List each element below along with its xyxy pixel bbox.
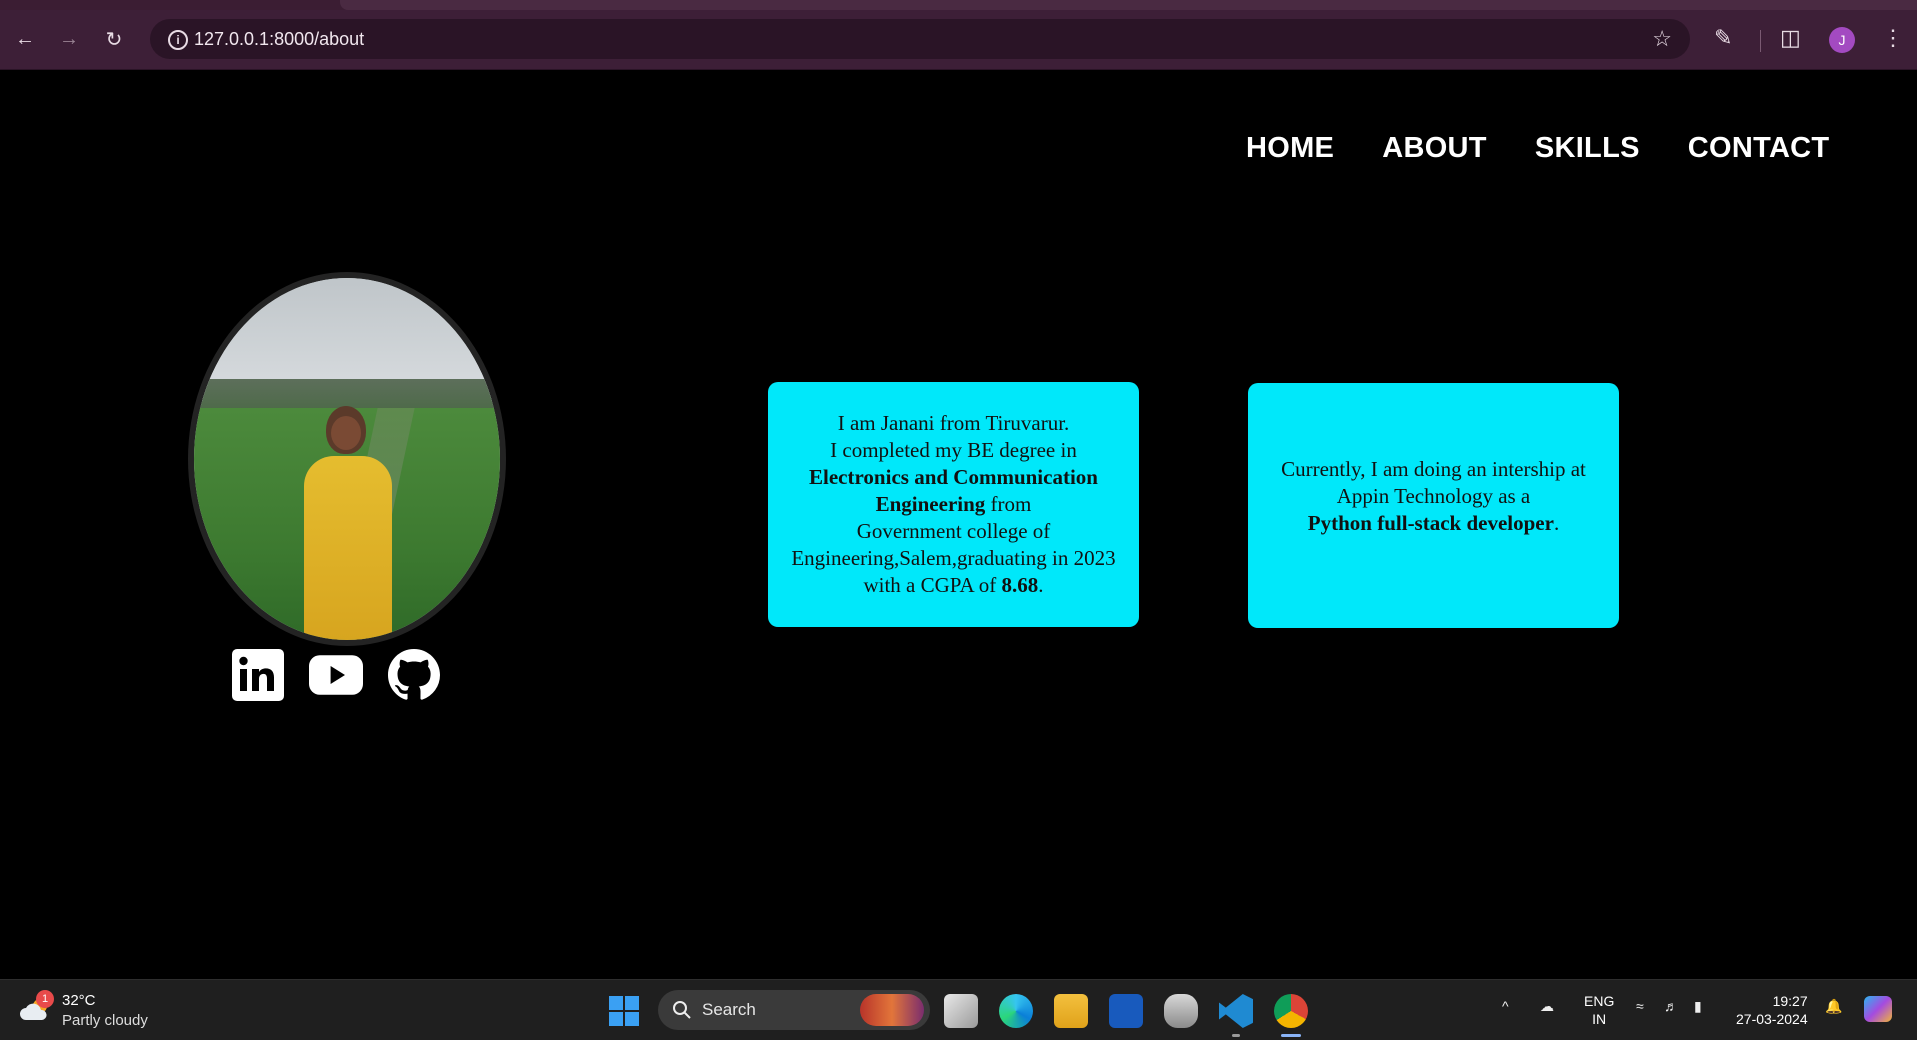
clock-time: 19:27 [1772, 993, 1808, 1009]
active-tab[interactable] [340, 0, 1917, 10]
search-icon [673, 1001, 691, 1019]
nav-about-link[interactable]: ABOUT [1382, 132, 1487, 165]
search-label: Search [702, 1000, 756, 1019]
show-hidden-icons-chevron-icon[interactable]: ^ [1502, 998, 1509, 1014]
nav-home-link[interactable]: HOME [1246, 132, 1334, 165]
volume-icon[interactable]: ♬ [1664, 998, 1678, 1014]
extensions-icon[interactable]: ✎ [1714, 25, 1732, 51]
file-explorer-icon[interactable] [1054, 994, 1088, 1028]
photo-person [298, 406, 398, 640]
back-icon[interactable]: ← [12, 26, 38, 52]
intro-from: from [985, 492, 1032, 516]
edge-icon[interactable] [999, 994, 1033, 1028]
windows-taskbar: 1 32°C Partly cloudy Search ^ ☁ ENG IN ≈… [0, 979, 1917, 1040]
weather-widget[interactable]: 1 32°C Partly cloudy [20, 990, 170, 1032]
forward-icon[interactable]: → [56, 26, 82, 52]
intro-line-name: I am Janani from Tiruvarur. [837, 411, 1070, 435]
task-view-icon[interactable] [944, 994, 978, 1028]
site-info-icon[interactable]: i [168, 30, 188, 50]
current-line: Currently, I am doing an intership at Ap… [1281, 457, 1586, 508]
current-card-text: Currently, I am doing an intership at Ap… [1260, 456, 1607, 537]
wifi-icon[interactable]: ≈ [1636, 998, 1644, 1014]
browser-toolbar: ← → ↻ i 127.0.0.1:8000/about ☆ ✎ ◫ J ⋮ [0, 10, 1917, 70]
intro-card-text: I am Janani from Tiruvarur. I completed … [780, 410, 1127, 599]
tab-strip [0, 0, 1917, 10]
search-highlight-icon [860, 994, 924, 1026]
copilot-icon[interactable] [1864, 996, 1892, 1022]
current-role-card: Currently, I am doing an intership at Ap… [1248, 383, 1619, 628]
profile-photo [188, 272, 506, 646]
weather-alert-badge: 1 [36, 990, 54, 1008]
current-role: Python full-stack developer [1307, 511, 1554, 535]
bookmark-star-icon[interactable]: ☆ [1652, 26, 1672, 52]
address-bar[interactable]: i 127.0.0.1:8000/about ☆ [150, 19, 1690, 59]
intro-college: Government college of Engineering,Salem,… [791, 519, 1116, 570]
nav-contact-link[interactable]: CONTACT [1688, 132, 1830, 165]
intro-degree-name: Electronics and Communication Engineerin… [809, 465, 1098, 516]
intro-card: I am Janani from Tiruvarur. I completed … [768, 382, 1139, 627]
database-icon[interactable] [1164, 994, 1198, 1028]
language-indicator[interactable]: ENG IN [1584, 992, 1614, 1028]
reload-icon[interactable]: ↻ [101, 26, 127, 52]
intro-cgpa-suffix: . [1038, 573, 1044, 597]
nav-skills-link[interactable]: SKILLS [1535, 132, 1640, 165]
system-clock[interactable]: 19:27 27-03-2024 [1736, 992, 1808, 1028]
region-code: IN [1592, 1011, 1607, 1027]
profile-avatar[interactable]: J [1829, 27, 1855, 53]
word-icon[interactable] [1109, 994, 1143, 1028]
url-text[interactable]: 127.0.0.1:8000/about [194, 29, 364, 50]
chrome-icon[interactable] [1274, 994, 1308, 1028]
taskbar-search[interactable]: Search [658, 990, 930, 1030]
battery-icon[interactable]: ▮ [1694, 998, 1702, 1015]
current-suffix: . [1553, 511, 1560, 535]
windows-start-icon[interactable] [609, 996, 639, 1026]
toolbar-divider [1760, 30, 1761, 52]
weather-temp: 32°C [62, 992, 96, 1009]
weather-condition: Partly cloudy [62, 1012, 148, 1029]
person-dress [304, 456, 392, 640]
vscode-icon[interactable] [1219, 994, 1253, 1028]
main-nav: HOME ABOUT SKILLS CONTACT [1246, 132, 1829, 165]
chrome-active-indicator [1281, 1034, 1301, 1037]
side-panel-icon[interactable]: ◫ [1780, 25, 1801, 51]
vscode-running-indicator [1232, 1034, 1240, 1037]
intro-cgpa-prefix: with a CGPA of [863, 573, 1002, 597]
intro-cgpa-value: 8.68 [1001, 573, 1039, 597]
clock-date: 27-03-2024 [1736, 1011, 1808, 1027]
menu-kebab-icon[interactable]: ⋮ [1882, 25, 1904, 51]
intro-line-degree: I completed my BE degree in [830, 438, 1077, 462]
github-icon[interactable] [387, 648, 441, 702]
about-page: HOME ABOUT SKILLS CONTACT I am Janani fr… [0, 70, 1917, 980]
notifications-bell-icon[interactable]: 🔔 [1825, 998, 1842, 1015]
onedrive-icon[interactable]: ☁ [1540, 998, 1554, 1015]
person-face [331, 416, 361, 450]
language-code: ENG [1584, 993, 1615, 1009]
social-links [231, 648, 441, 702]
linkedin-icon[interactable] [231, 648, 285, 702]
youtube-icon[interactable] [309, 648, 363, 702]
